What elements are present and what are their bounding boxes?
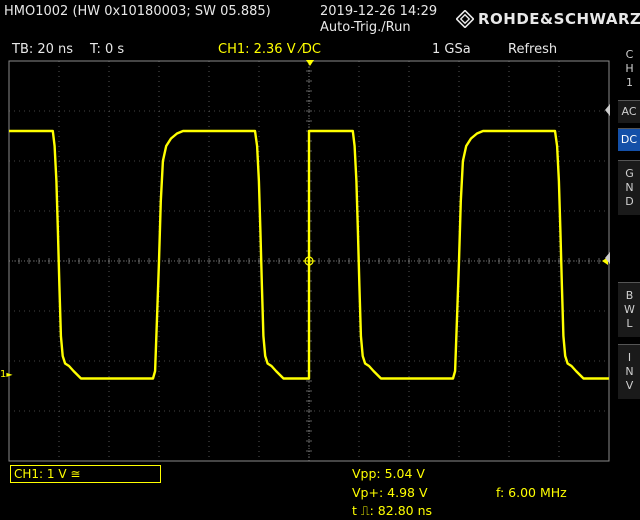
brand-logo: ROHDE&SCHWARZ	[456, 8, 640, 30]
bwl-button[interactable]: BWL	[618, 282, 640, 337]
trigger-mode: Auto-Trig./Run	[320, 20, 411, 35]
pulse-width-measurement: t ⎍: 82.80 ns	[352, 503, 433, 518]
brand-name: ROHDE&SCHWARZ	[478, 10, 640, 28]
rs-diamond-icon	[456, 10, 474, 28]
side-menu: CH1 AC DC GND BWL INV	[618, 44, 640, 464]
timebase[interactable]: TB: 20 ns	[12, 42, 73, 57]
time-offset[interactable]: T: 0 s	[90, 42, 124, 57]
info-bar: TB: 20 ns T: 0 s CH1: 2.36 V ⁄DC 1 GSa R…	[0, 40, 640, 60]
datetime: 2019-12-26 14:29	[320, 4, 438, 19]
scope-screen[interactable]	[8, 60, 610, 462]
acquire-mode[interactable]: Refresh	[508, 42, 557, 57]
gnd-button[interactable]: GND	[618, 160, 640, 215]
ch1-scale-box[interactable]: CH1: 1 V ≅	[10, 465, 161, 483]
device-info: HMO1002 (HW 0x10180003; SW 05.885)	[4, 4, 271, 19]
vpp-measurement: Vpp: 5.04 V	[352, 466, 425, 481]
ch1-ground-marker[interactable]: 1►	[0, 369, 13, 380]
top-bar: HMO1002 (HW 0x10180003; SW 05.885) 2019-…	[0, 0, 640, 40]
side-channel-label: CH1	[618, 46, 640, 92]
ch1-waveform	[9, 129, 609, 380]
coupling-dc-button[interactable]: DC	[618, 128, 640, 151]
inv-button[interactable]: INV	[618, 344, 640, 399]
trigger-position-marker	[306, 60, 314, 66]
center-crosshair-icon	[303, 255, 315, 267]
trigger-info[interactable]: CH1: 2.36 V ⁄DC	[218, 42, 321, 57]
frequency-measurement: f: 6.00 MHz	[496, 485, 567, 500]
vp-plus-measurement: Vp+: 4.98 V	[352, 485, 428, 500]
sample-rate: 1 GSa	[432, 42, 471, 57]
coupling-ac-button[interactable]: AC	[618, 100, 640, 123]
